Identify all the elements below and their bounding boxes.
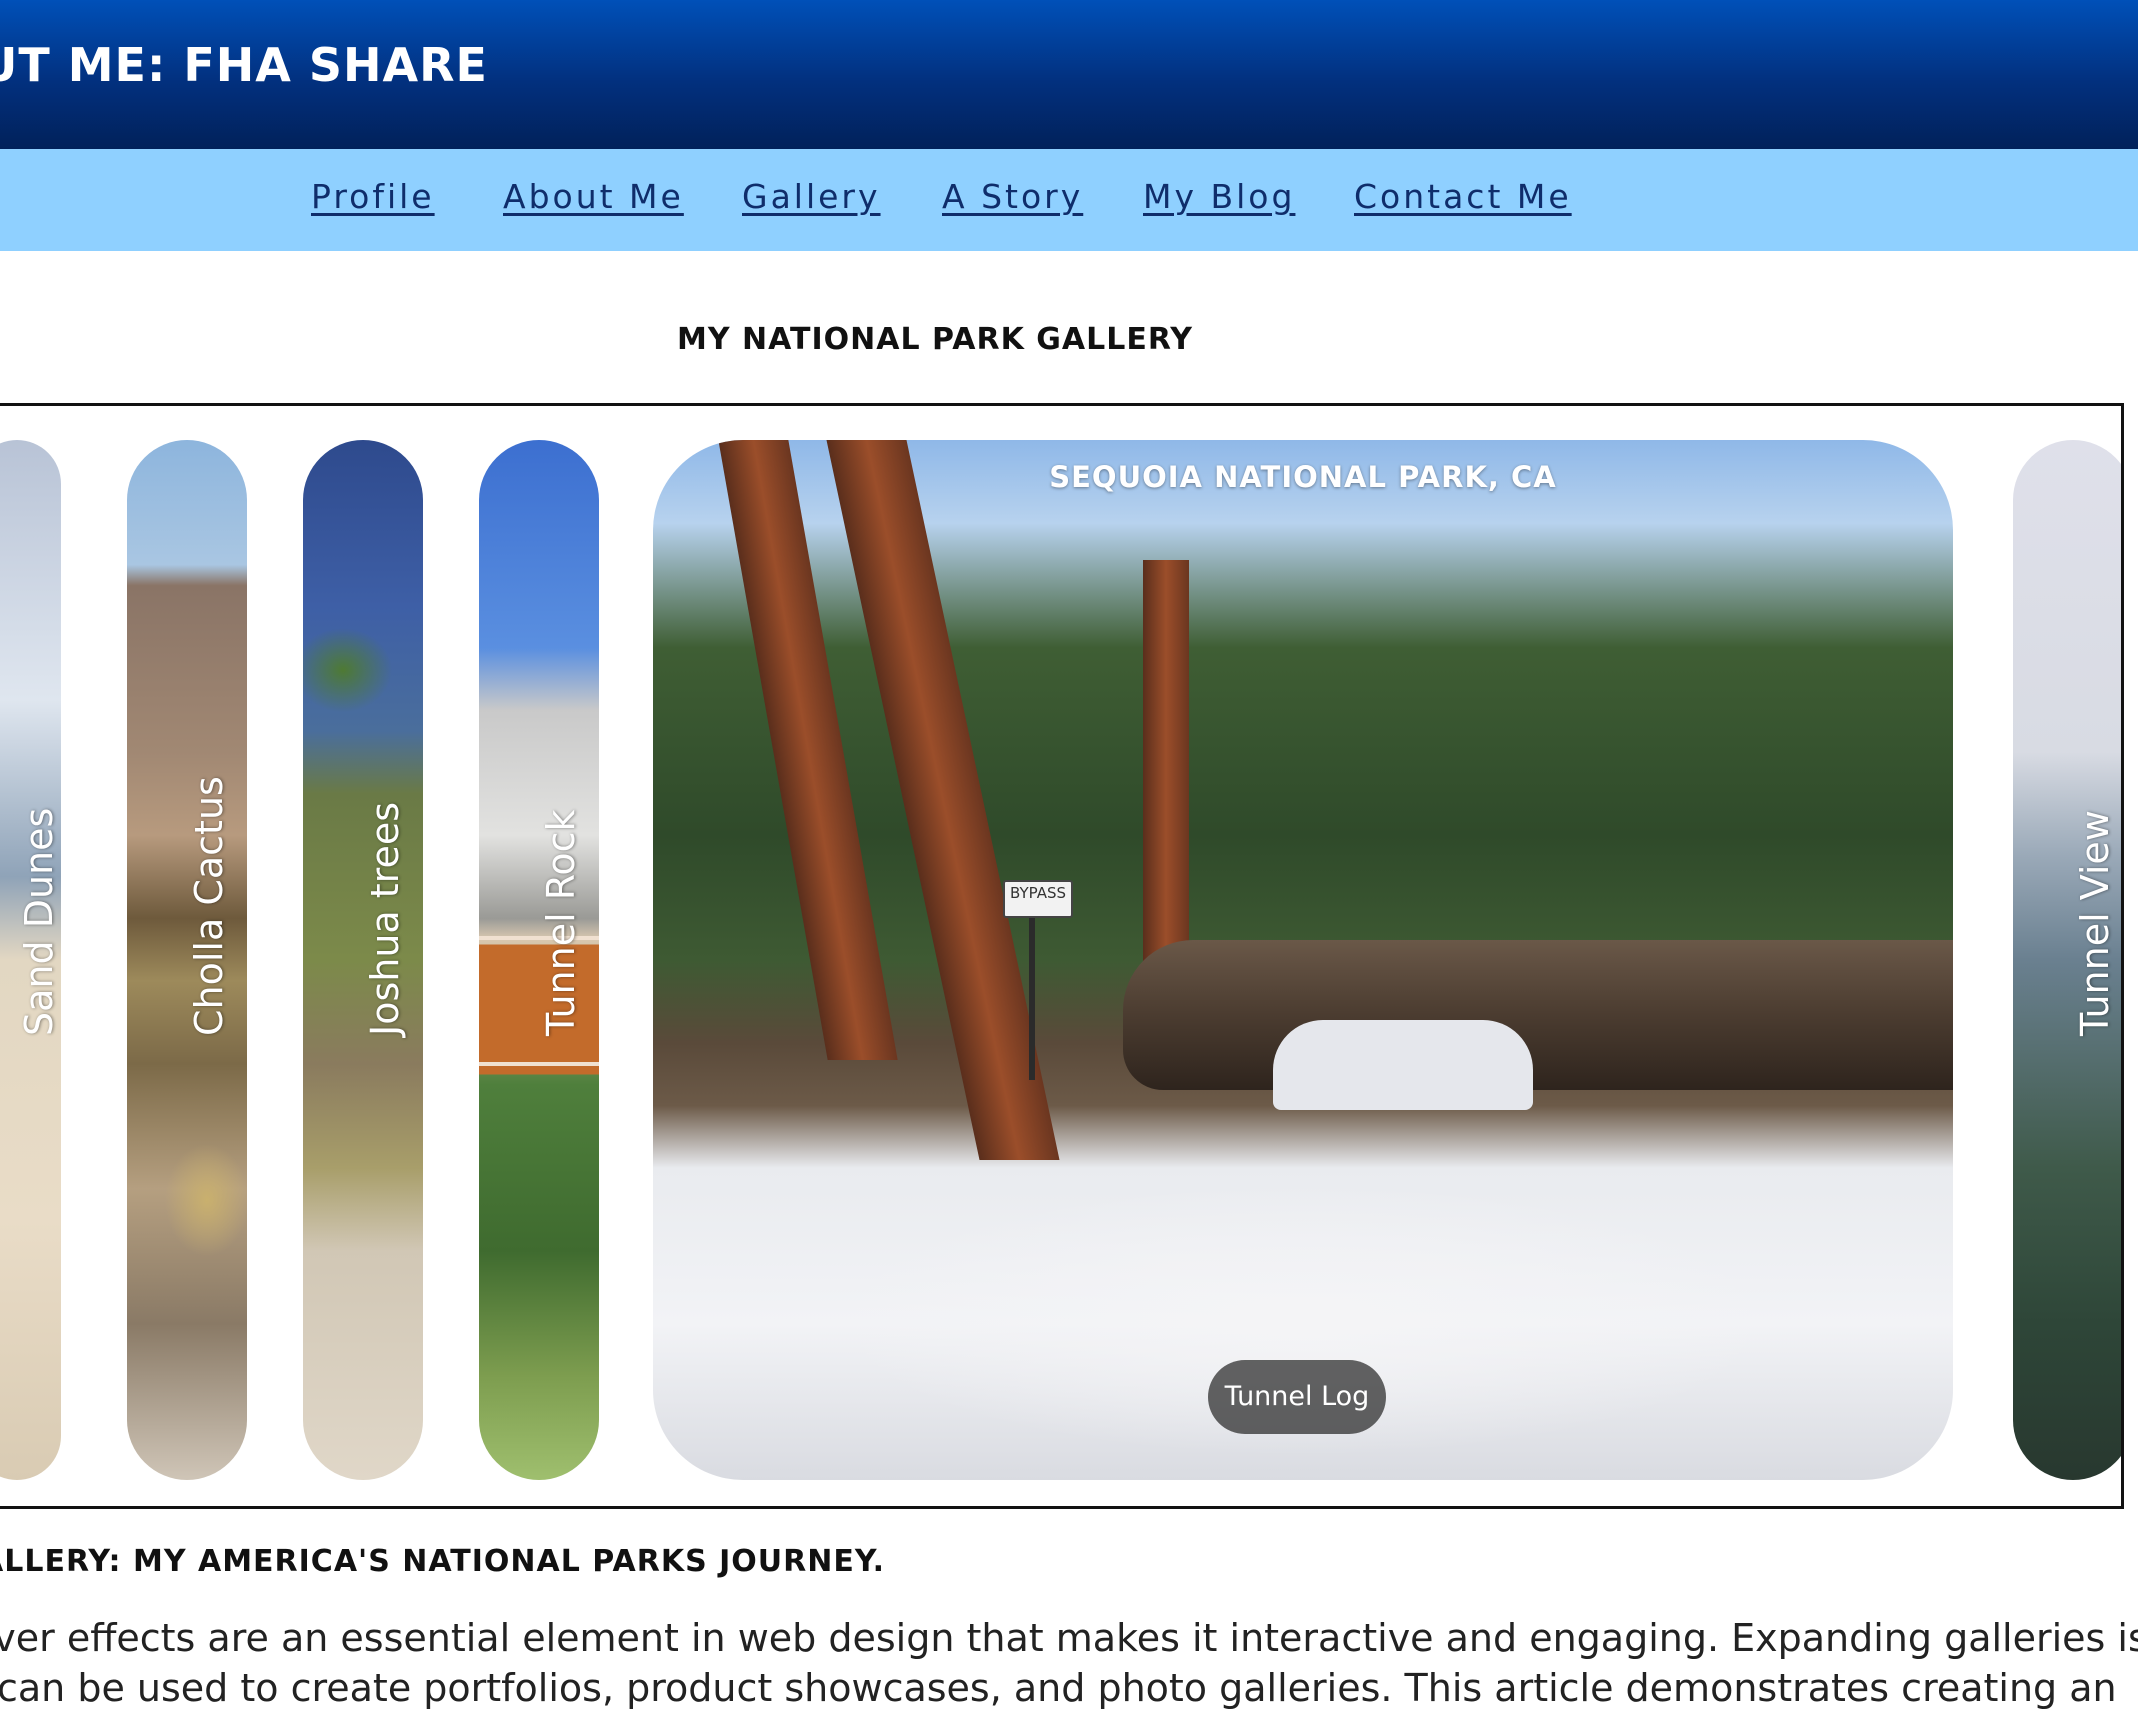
panel-label: Joshua trees — [363, 801, 407, 1036]
article-text-line: t can be used to create portfolios, prod… — [0, 1666, 2117, 1710]
log-tunnel-image — [1273, 1020, 1533, 1110]
gallery-panel-cholla-cactus[interactable]: Cholla Cactus — [127, 440, 247, 1480]
nav-link-profile[interactable]: Profile — [311, 177, 435, 216]
tree-trunk-image — [1143, 560, 1189, 990]
featured-panel-title: Sequoia National Park, CA — [1049, 460, 1557, 494]
gallery-panel-tunnel-view[interactable]: Tunnel View — [2013, 440, 2121, 1480]
nav-link-about-me[interactable]: About Me — [503, 177, 684, 216]
gallery-panel-tunnel-log-expanded[interactable]: BYPASS Sequoia National Park, CA Tunnel … — [653, 440, 1953, 1480]
expanding-gallery: Sand Dunes Cholla Cactus Joshua trees Tu… — [0, 403, 2124, 1509]
gallery-panel-sand-dunes[interactable]: Sand Dunes — [0, 440, 61, 1480]
featured-panel-caption: Tunnel Log — [1208, 1360, 1386, 1434]
nav-link-my-blog[interactable]: My Blog — [1143, 177, 1295, 216]
panel-label: Tunnel View — [2073, 810, 2117, 1036]
gallery-panel-joshua-trees[interactable]: Joshua trees — [303, 440, 423, 1480]
nav-link-gallery[interactable]: Gallery — [742, 177, 881, 216]
nav-link-a-story[interactable]: A Story — [942, 177, 1083, 216]
site-header: ut me: fha share — [0, 0, 2138, 149]
gallery-title: My National Park Gallery — [676, 322, 1194, 357]
article-text-line: over effects are an essential element in… — [0, 1616, 2138, 1660]
nav-link-contact-me[interactable]: Contact Me — [1354, 177, 1572, 216]
panel-label: Sand Dunes — [17, 807, 61, 1036]
bypass-sign: BYPASS — [1003, 880, 1073, 918]
article-heading: allery: My America's National Parks Jour… — [0, 1544, 886, 1579]
site-title: ut me: fha share — [0, 38, 488, 92]
main-nav: Profile About Me Gallery A Story My Blog… — [0, 149, 2138, 251]
gallery-panel-tunnel-rock[interactable]: Tunnel Rock — [479, 440, 599, 1480]
panel-label: Tunnel Rock — [539, 809, 583, 1036]
fallen-log-image — [1123, 940, 1953, 1090]
panel-label: Cholla Cactus — [187, 776, 231, 1036]
